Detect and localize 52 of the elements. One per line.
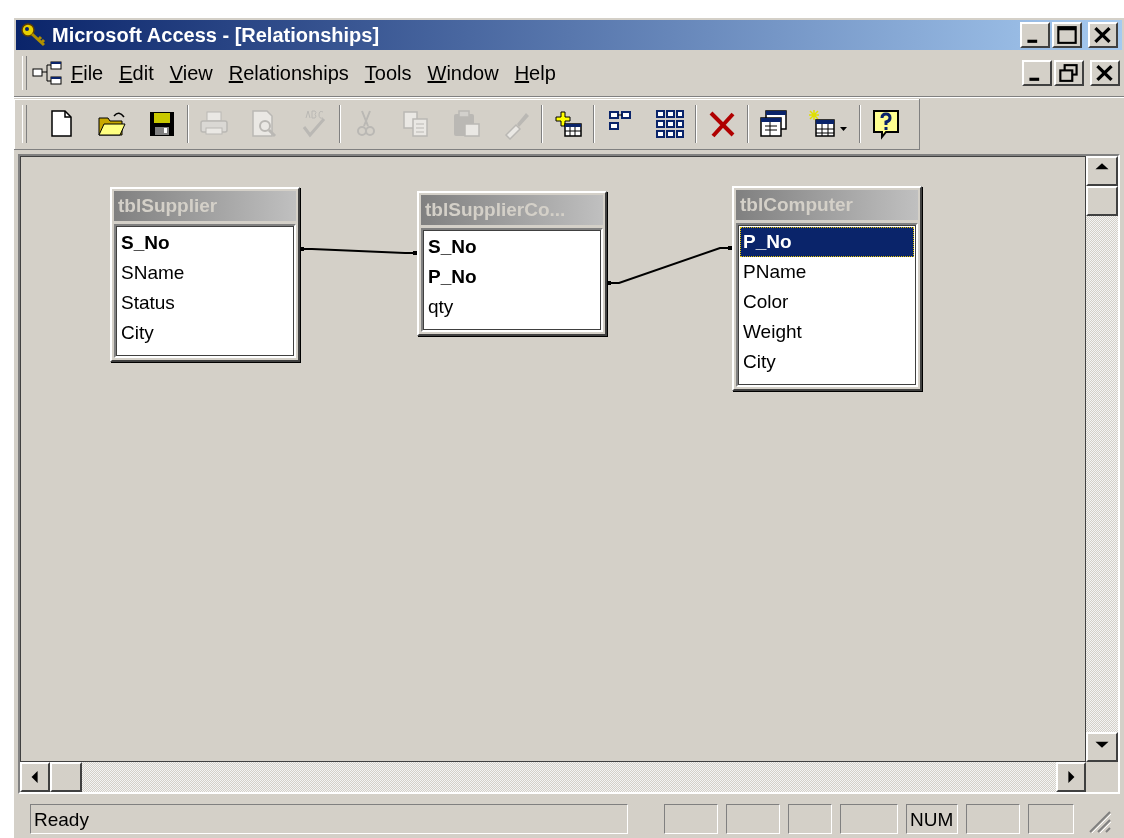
field-item[interactable]: City [740,347,914,377]
relationship-line[interactable] [299,247,418,255]
field-item[interactable]: PName [740,257,914,287]
field-item[interactable]: SName [118,258,292,288]
minimize-button[interactable] [1020,22,1050,48]
field-item[interactable]: qty [425,292,599,322]
status-panel [726,804,780,834]
scroll-up-button[interactable] [1086,156,1118,186]
window-title: Microsoft Access - [Relationships] [52,23,381,47]
scroll-thumb[interactable] [50,762,82,792]
status-panel [840,804,898,834]
field-item[interactable]: Weight [740,317,914,347]
menu-item[interactable]: Window [419,57,507,89]
relationships-window-icon[interactable] [31,60,63,86]
menu-item[interactable]: Tools [356,57,420,89]
field-item[interactable]: P_No [740,227,914,257]
minimize-button[interactable] [1022,60,1052,86]
menu-item[interactable]: Relationships [220,57,357,89]
close-button[interactable] [1090,60,1120,86]
field-item[interactable]: S_No [425,232,599,262]
field-item[interactable]: Status [118,288,292,318]
menu-item[interactable]: File [63,57,112,89]
status-panel [1028,804,1074,834]
scroll-left-button[interactable] [20,762,50,792]
menu-item[interactable]: View [161,57,221,89]
table-window[interactable]: tblSupplier S_No SName Status City [110,187,300,362]
scroll-right-button[interactable] [1056,762,1086,792]
field-item[interactable]: S_No [118,228,292,258]
menu-item[interactable]: Edit [111,57,162,89]
restore-button[interactable] [1054,60,1084,86]
scroll-down-button[interactable] [1086,732,1118,762]
all-relationships-icon[interactable] [654,108,686,140]
key-icon [20,22,48,48]
field-item[interactable]: Color [740,287,914,317]
add-table-icon[interactable] [552,108,584,140]
help-icon[interactable] [870,108,902,140]
table-window[interactable]: tblSupplierCo... S_No P_No qty [417,191,607,336]
menu-item[interactable]: Help [506,57,564,89]
status-panel [788,804,832,834]
field-item[interactable]: P_No [425,262,599,292]
scroll-thumb[interactable] [1086,186,1118,216]
status-panel [664,804,718,834]
maximize-button[interactable] [1052,22,1082,48]
status-panel [966,804,1020,834]
windows-icon[interactable] [758,108,790,140]
table-window[interactable]: tblComputer P_No PName Color Weight City [732,186,922,391]
field-item[interactable]: City [118,318,292,348]
relationship-line[interactable] [606,246,733,285]
new-object-icon[interactable] [808,108,850,140]
status-message: Ready [30,804,628,834]
status-indicator: NUM [906,804,958,834]
close-button[interactable] [1088,22,1118,48]
